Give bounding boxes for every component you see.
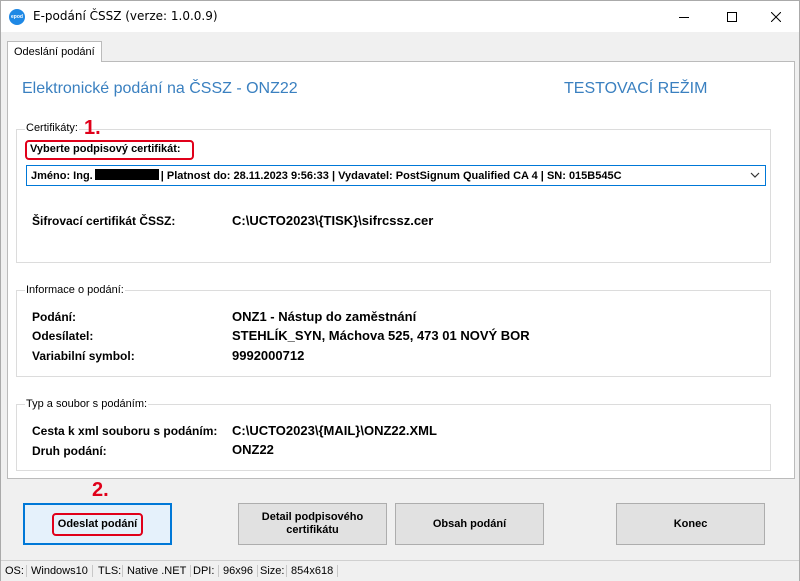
file-legend: Typ a soubor s podáním: bbox=[25, 398, 149, 410]
send-button-label: Odeslat podání bbox=[57, 517, 138, 530]
selected-certificate-prefix: Jméno: Ing. bbox=[31, 170, 93, 182]
info-label-variable-symbol: Variabilní symbol: bbox=[32, 349, 135, 363]
status-dpi-value: 96x96 bbox=[218, 565, 258, 577]
title-bar[interactable]: epod E-podání ČSSZ (verze: 1.0.0.9) bbox=[1, 1, 799, 32]
certificate-detail-label: Detail podpisového certifikátu bbox=[262, 511, 363, 537]
end-button-label: Konec bbox=[673, 517, 708, 530]
info-label-sender: Odesílatel: bbox=[32, 329, 94, 343]
send-submission-button[interactable]: Odeslat podání bbox=[23, 503, 172, 545]
file-value-path: C:\UCTO2023\{MAIL}\ONZ22.XML bbox=[232, 423, 437, 438]
submission-content-button[interactable]: Obsah podání bbox=[395, 503, 544, 545]
maximize-button[interactable] bbox=[709, 1, 755, 32]
test-mode-label: TESTOVACÍ REŽIM bbox=[564, 80, 708, 97]
end-button[interactable]: Konec bbox=[616, 503, 765, 545]
selected-certificate-suffix: | Platnost do: 28.11.2023 9:56:33 | Vyda… bbox=[160, 170, 622, 182]
status-tls-value: Native .NET bbox=[122, 565, 192, 577]
step-2-annotation: 2. bbox=[92, 479, 109, 501]
file-label-path: Cesta k xml souboru s podáním: bbox=[32, 424, 218, 438]
submission-content-label: Obsah podání bbox=[432, 517, 507, 530]
certificate-detail-button[interactable]: Detail podpisového certifikátu bbox=[238, 503, 387, 545]
close-button[interactable] bbox=[753, 1, 799, 32]
minimize-icon bbox=[679, 16, 689, 18]
cert-select-label: Vyberte podpisový certifikát: bbox=[30, 143, 181, 155]
tab-send-submission[interactable]: Odeslání podání bbox=[7, 41, 102, 62]
status-os-label: OS: bbox=[5, 565, 24, 577]
file-value-type: ONZ22 bbox=[232, 442, 274, 457]
status-size-value: 854x618 bbox=[286, 565, 339, 577]
certificates-legend: Certifikáty: bbox=[25, 122, 79, 134]
info-value-variable-symbol: 9992000712 bbox=[232, 348, 305, 363]
redacted-name bbox=[94, 169, 159, 180]
encryption-cert-label: Šifrovací certifikát ČSSZ: bbox=[32, 214, 176, 228]
status-dpi-label: DPI: bbox=[193, 565, 215, 577]
info-value-sender: STEHLÍK_SYN, Máchova 525, 473 01 NOVÝ BO… bbox=[232, 328, 530, 343]
window-title: E-podání ČSSZ (verze: 1.0.0.9) bbox=[33, 9, 218, 23]
info-label-submission: Podání: bbox=[32, 310, 76, 324]
step-1-annotation: 1. bbox=[84, 117, 101, 139]
page-title: Elektronické podání na ČSSZ - ONZ22 bbox=[22, 80, 298, 97]
encryption-cert-value: C:\UCTO2023\{TISK}\sifrcssz.cer bbox=[232, 213, 434, 228]
info-value-submission: ONZ1 - Nástup do zaměstnání bbox=[232, 309, 417, 324]
app-logo-icon: epod bbox=[9, 9, 25, 25]
status-tls-label: TLS: bbox=[98, 565, 122, 577]
certificate-detail-line2: certifikátu bbox=[286, 524, 339, 536]
signing-certificate-select[interactable]: Jméno: Ing. | Platnost do: 28.11.2023 9:5… bbox=[26, 165, 766, 186]
status-os-value: Windows10 bbox=[26, 565, 93, 577]
minimize-button[interactable] bbox=[661, 1, 707, 32]
submission-info-legend: Informace o podání: bbox=[25, 284, 125, 296]
send-button-highlight: Odeslat podání bbox=[51, 512, 144, 536]
chevron-down-icon[interactable] bbox=[750, 172, 760, 179]
selected-certificate: Jméno: Ing. | Platnost do: 28.11.2023 9:5… bbox=[31, 169, 622, 182]
close-icon bbox=[771, 11, 781, 22]
certificate-detail-line1: Detail podpisového bbox=[261, 511, 364, 523]
status-size-label: Size: bbox=[260, 565, 285, 577]
status-bar: OS: Windows10 TLS: Native .NET DPI: 96x9… bbox=[1, 560, 799, 581]
maximize-icon bbox=[727, 11, 737, 22]
file-label-type: Druh podání: bbox=[32, 444, 107, 458]
app-window: epod E-podání ČSSZ (verze: 1.0.0.9) Odes… bbox=[0, 0, 800, 581]
